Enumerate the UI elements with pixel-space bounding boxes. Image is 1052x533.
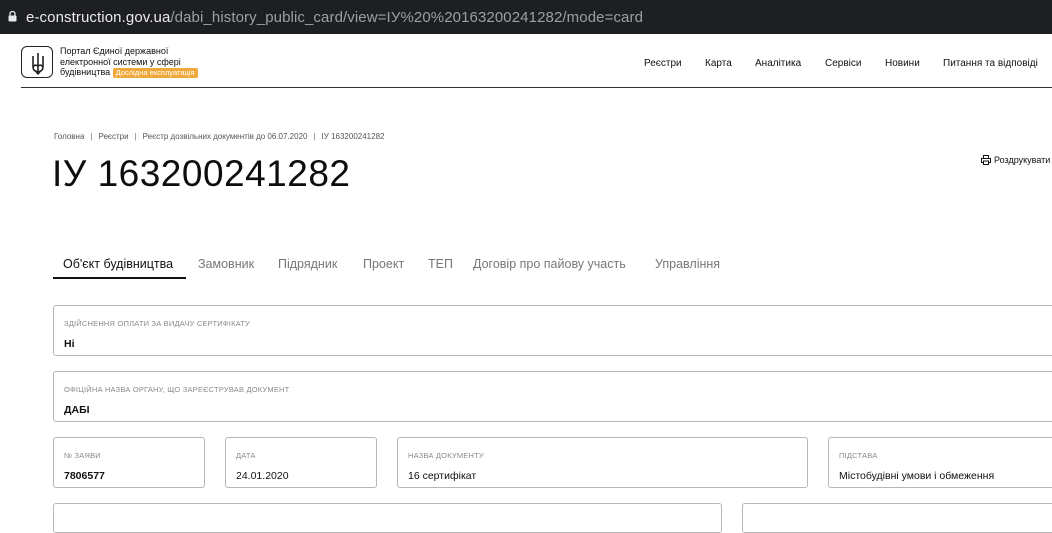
url-domain: e-construction.gov.ua xyxy=(26,9,171,26)
breadcrumb-separator: | xyxy=(90,132,93,141)
site-header: Портал Єдиної державної електронної сист… xyxy=(0,34,1052,88)
field-label: № заяви xyxy=(64,451,101,460)
nav-news[interactable]: Новини xyxy=(885,58,920,69)
tab-equity-agreement[interactable]: Договір про пайову участь xyxy=(473,257,626,271)
breadcrumb-registries[interactable]: Реєстри xyxy=(98,132,128,141)
field-value: 7806577 xyxy=(64,470,105,482)
field-label: Підстава xyxy=(839,451,878,460)
breadcrumb-home[interactable]: Головна xyxy=(54,132,84,141)
field-value: Містобудівні умови і обмеження xyxy=(839,470,995,482)
tab-tep[interactable]: ТЕП xyxy=(428,257,453,271)
portal-name-line2: електронної системи у сфері xyxy=(60,56,181,67)
field-value: ДАБІ xyxy=(64,404,90,416)
breadcrumb-current: ІУ 163200241282 xyxy=(321,132,385,141)
printer-icon xyxy=(981,155,991,165)
field-document-name: Назва документу 16 сертифікат xyxy=(397,437,808,488)
print-button[interactable]: Роздрукувати xyxy=(981,155,1050,165)
trident-icon xyxy=(32,53,44,75)
breadcrumb-permits-registry[interactable]: Реєстр дозвільних документів до 06.07.20… xyxy=(143,132,308,141)
field-next-row-right xyxy=(742,503,1052,533)
print-label: Роздрукувати xyxy=(994,155,1051,165)
field-basis: Підстава Містобудівні умови і обмеження xyxy=(828,437,1052,488)
field-label: Здійснення оплати за видачу сертифікату xyxy=(64,319,250,328)
tab-customer[interactable]: Замовник xyxy=(198,257,254,271)
field-date: Дата 24.01.2020 xyxy=(225,437,377,488)
tab-contractor[interactable]: Підрядник xyxy=(278,257,337,271)
field-application-number: № заяви 7806577 xyxy=(53,437,205,488)
nav-faq[interactable]: Питання та відповіді xyxy=(943,58,1038,69)
breadcrumb-separator: | xyxy=(134,132,137,141)
field-value: 24.01.2020 xyxy=(236,470,289,482)
url-text[interactable]: e-construction.gov.ua/dabi_history_publi… xyxy=(26,9,643,26)
field-label: Офіційна назва органу, що зареєстрував д… xyxy=(64,385,290,394)
field-authority: Офіційна назва органу, що зареєстрував д… xyxy=(53,371,1052,422)
portal-name-line3: будівництва xyxy=(60,67,111,77)
page-title: ІУ 163200241282 xyxy=(52,153,351,194)
field-next-row-left xyxy=(53,503,722,533)
nav-services[interactable]: Сервіси xyxy=(825,58,861,69)
trident-logo[interactable] xyxy=(21,46,53,78)
field-payment: Здійснення оплати за видачу сертифікату … xyxy=(53,305,1052,356)
nav-registries[interactable]: Реєстри xyxy=(644,58,682,69)
field-value: Ні xyxy=(64,338,75,350)
nav-analytics[interactable]: Аналітика xyxy=(755,58,801,69)
header-divider xyxy=(21,87,1052,88)
portal-name[interactable]: Портал Єдиної державної електронної сист… xyxy=(60,46,220,78)
active-tab-indicator xyxy=(53,277,186,279)
field-label: Дата xyxy=(236,451,256,460)
field-label: Назва документу xyxy=(408,451,484,460)
field-value: 16 сертифікат xyxy=(408,470,477,482)
breadcrumb: Головна | Реєстри | Реєстр дозвільних докуме… xyxy=(54,132,384,141)
tab-construction-object[interactable]: Об'єкт будівництва xyxy=(63,257,173,271)
tab-project[interactable]: Проект xyxy=(363,257,404,271)
browser-address-bar[interactable]: e-construction.gov.ua/dabi_history_publi… xyxy=(0,0,1052,34)
url-path: /dabi_history_public_card/view=ІУ%20%201… xyxy=(170,9,644,26)
breadcrumb-separator: | xyxy=(313,132,316,141)
tab-management[interactable]: Управління xyxy=(655,257,720,271)
portal-name-line1: Портал Єдиної державної xyxy=(60,46,169,56)
nav-map[interactable]: Карта xyxy=(705,58,732,69)
beta-badge: Дослідна експлуатація xyxy=(112,68,198,78)
lock-icon xyxy=(8,11,17,22)
